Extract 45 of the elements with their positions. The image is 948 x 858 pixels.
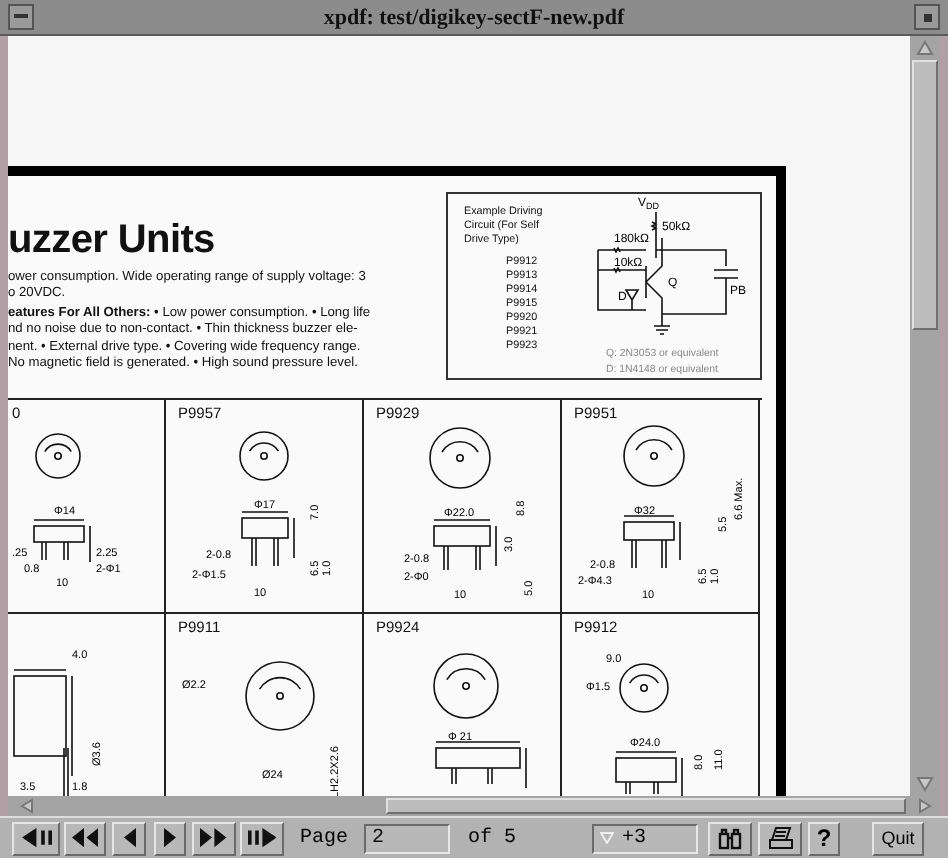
buzzer-drawing xyxy=(615,663,683,796)
buzzer-drawing xyxy=(239,431,295,567)
buzzer-drawing xyxy=(429,427,497,571)
first-page-button[interactable] xyxy=(12,821,60,855)
horizontal-scrollbar[interactable] xyxy=(8,796,940,816)
next-icon xyxy=(164,828,176,848)
buzzer-drawing xyxy=(33,433,91,563)
zoom-dropdown[interactable]: +3 xyxy=(592,823,699,853)
print-button[interactable] xyxy=(758,821,803,855)
page-number-field[interactable]: 2 xyxy=(364,823,451,853)
buzzer-drawing xyxy=(433,653,527,789)
forward-ten-pages-button[interactable] xyxy=(192,821,236,855)
next-page-button[interactable] xyxy=(154,821,186,855)
buzzer-drawing xyxy=(623,425,685,569)
left-arrow-icon xyxy=(20,798,34,814)
prev10-icon xyxy=(71,828,99,848)
first-icon xyxy=(21,828,51,848)
printer-icon xyxy=(767,826,794,850)
window-title: xpdf: test/digikey-sectF-new.pdf xyxy=(321,5,627,29)
previous-page-button[interactable] xyxy=(112,821,146,855)
prev-icon xyxy=(123,828,135,848)
binoculars-icon xyxy=(718,827,743,849)
last-icon xyxy=(247,828,277,848)
square-icon xyxy=(923,13,931,21)
up-arrow-icon xyxy=(916,40,934,56)
right-arrow-icon xyxy=(918,798,932,814)
page-label: Page xyxy=(300,827,349,849)
scrollbar-thumb[interactable] xyxy=(912,60,938,330)
vertical-scrollbar[interactable] xyxy=(910,36,940,796)
find-button[interactable] xyxy=(708,821,753,855)
page-count: of 5 xyxy=(468,827,517,849)
scrollbar-thumb[interactable] xyxy=(386,798,906,814)
minus-icon xyxy=(14,14,28,20)
window-resize-button[interactable] xyxy=(914,4,940,30)
down-arrow-icon xyxy=(916,776,934,792)
quit-button[interactable]: Quit xyxy=(872,821,925,855)
last-page-button[interactable] xyxy=(240,821,284,855)
document-heading: uzzer Units xyxy=(8,216,217,264)
dropdown-triangle-icon xyxy=(600,832,615,844)
back-ten-pages-button[interactable] xyxy=(64,821,106,855)
buzzer-drawing xyxy=(13,669,73,796)
buzzer-drawing xyxy=(245,661,315,731)
window-menu-button[interactable] xyxy=(8,4,34,30)
next10-icon xyxy=(200,828,228,848)
help-button[interactable]: ? xyxy=(808,821,841,855)
